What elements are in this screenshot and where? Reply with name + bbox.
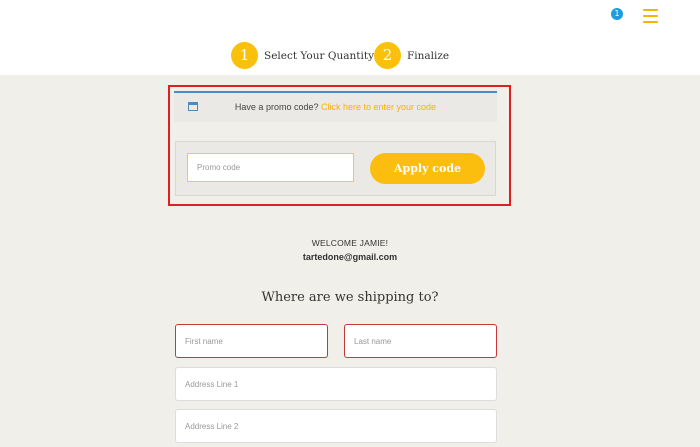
step-number: 1 — [231, 42, 258, 69]
promo-code-input[interactable] — [187, 153, 354, 182]
enter-code-link[interactable]: Click here to enter your code — [321, 102, 436, 112]
promo-code-form: Apply code — [175, 141, 496, 196]
step-number: 2 — [374, 42, 401, 69]
apply-code-button[interactable]: Apply code — [370, 153, 485, 184]
menu-line — [643, 15, 658, 17]
step-select-quantity[interactable]: 1 Select Your Quantity — [231, 42, 374, 69]
promo-prompt: Have a promo code? Click here to enter y… — [174, 102, 497, 112]
menu-line — [643, 9, 658, 11]
welcome-message: WELCOME JAMIE! — [311, 238, 389, 248]
last-name-field[interactable] — [344, 324, 497, 358]
address-line-2-field[interactable] — [175, 409, 497, 443]
promo-prompt-text: Have a promo code? — [234, 102, 319, 112]
first-name-field[interactable] — [175, 324, 328, 358]
promo-code-bar: Have a promo code? Click here to enter y… — [174, 91, 497, 122]
top-bar: 1 1 Select Your Quantity 2 Finalize — [0, 0, 700, 75]
hamburger-menu-icon[interactable] — [643, 9, 658, 23]
cart-count-badge[interactable]: 1 — [611, 8, 623, 20]
step-label: Finalize — [407, 49, 450, 62]
step-finalize[interactable]: 2 Finalize — [374, 42, 449, 69]
menu-line — [643, 21, 658, 23]
account-email: tartedone@gmail.com — [302, 252, 398, 262]
address-line-1-field[interactable] — [175, 367, 497, 401]
step-label: Select Your Quantity — [264, 49, 374, 62]
shipping-title: Where are we shipping to? — [261, 290, 439, 305]
